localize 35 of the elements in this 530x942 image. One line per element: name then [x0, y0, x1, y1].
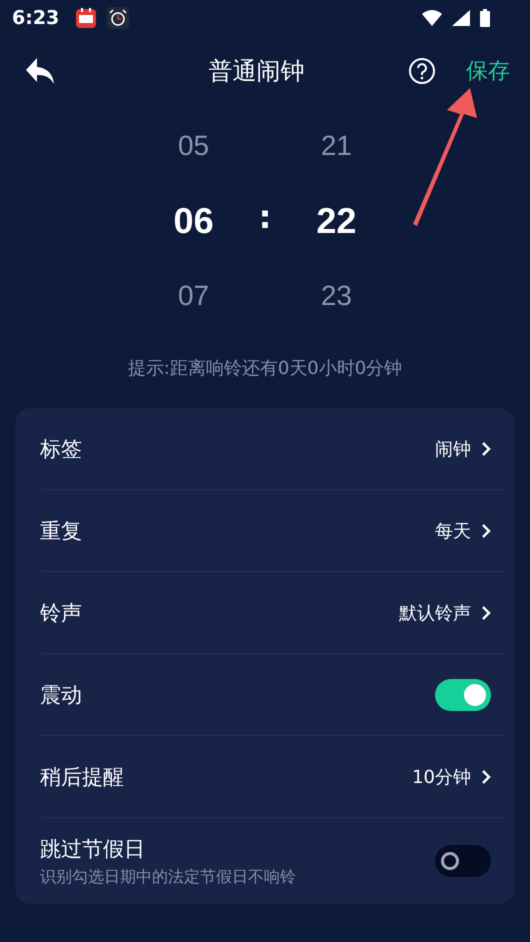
chevron-right-icon	[481, 604, 491, 620]
back-icon[interactable]	[25, 57, 55, 85]
page-title: 普通闹钟	[208, 56, 306, 87]
hour-option[interactable]: 06	[174, 200, 214, 242]
setting-value[interactable]: 闹钟	[435, 436, 471, 460]
chevron-right-icon	[481, 440, 491, 456]
setting-label: 标签	[40, 436, 83, 462]
toggle-switch[interactable]	[435, 845, 491, 877]
save-button[interactable]: 保存	[466, 56, 510, 86]
setting-description: 识别勾选日期中的法定节假日不响铃	[40, 866, 297, 888]
calendar-icon	[75, 7, 98, 29]
chevron-right-icon	[481, 768, 491, 784]
setting-value[interactable]: 默认铃声	[399, 600, 471, 624]
setting-label: 跳过节假日	[40, 836, 146, 862]
time-separator: :	[258, 198, 272, 236]
hour-option[interactable]: 07	[178, 280, 210, 312]
minute-option[interactable]: 23	[320, 280, 352, 312]
setting-label: 震动	[40, 682, 83, 708]
alarm-clock-icon	[107, 7, 130, 29]
setting-label: 重复	[40, 518, 83, 544]
countdown-hint: 提示:距离响铃还有0天0小时0分钟	[126, 357, 404, 381]
status-time: 6:23	[12, 7, 60, 29]
setting-label: 铃声	[40, 600, 83, 626]
toggle-switch[interactable]	[435, 678, 491, 710]
minute-option[interactable]: 21	[320, 130, 352, 162]
setting-value[interactable]: 每天	[435, 518, 471, 542]
help-icon[interactable]	[408, 57, 436, 85]
wifi-icon	[422, 10, 442, 26]
setting-label: 稍后提醒	[40, 764, 125, 790]
setting-value[interactable]: 10分钟	[412, 764, 471, 788]
minute-option[interactable]: 22	[316, 200, 356, 242]
hour-option[interactable]: 05	[178, 130, 210, 162]
battery-icon	[480, 9, 490, 27]
chevron-right-icon	[481, 522, 491, 538]
signal-icon	[452, 10, 470, 26]
